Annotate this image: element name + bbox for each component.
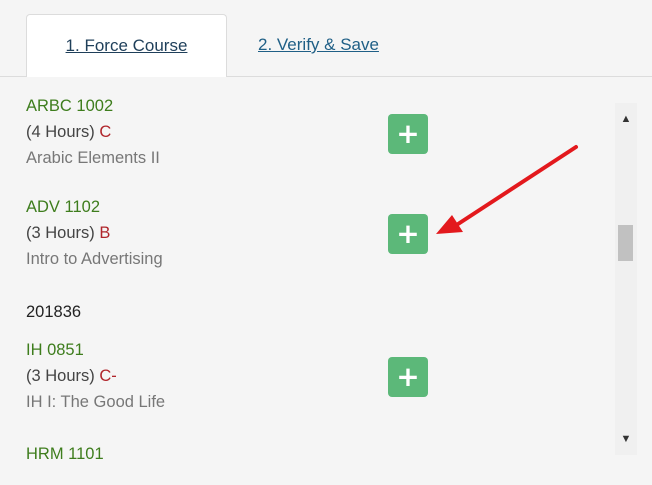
red-arrow-annotation <box>436 145 578 234</box>
